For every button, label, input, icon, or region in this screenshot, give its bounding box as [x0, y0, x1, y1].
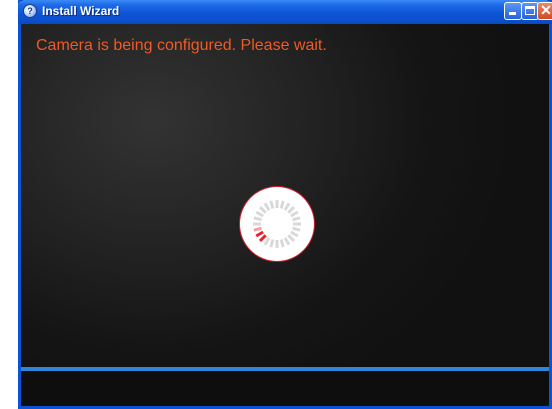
spinner-segment: [253, 216, 262, 222]
loading-spinner: [240, 187, 314, 261]
wizard-icon: ?: [23, 4, 37, 18]
maximize-icon: [525, 6, 535, 15]
spinner-segment: [283, 202, 291, 211]
spinner-segment: [290, 210, 299, 218]
install-wizard-window: ? Install Wizard ✕ Camera is being confi…: [18, 0, 552, 409]
spinner-segment: [258, 234, 267, 243]
close-button[interactable]: ✕: [537, 2, 552, 20]
spinner-segment: [263, 202, 271, 211]
spinner-segment: [253, 226, 262, 232]
title-bar[interactable]: ? Install Wizard ✕: [18, 0, 552, 24]
loading-spinner-icon: [253, 200, 301, 248]
spinner-segment: [269, 239, 275, 248]
spinner-segment: [283, 237, 291, 246]
spinner-segment: [279, 200, 285, 209]
spinner-segment: [287, 234, 296, 243]
minimize-button[interactable]: [504, 2, 522, 20]
spinner-segment: [269, 200, 275, 209]
spinner-segment: [292, 226, 301, 232]
status-message: Camera is being configured. Please wait.: [36, 37, 327, 54]
spinner-segment: [258, 205, 267, 214]
spinner-segment: [279, 239, 285, 248]
footer-bar: [21, 371, 549, 406]
main-content: Camera is being configured. Please wait.: [21, 24, 549, 367]
spinner-segment: [290, 230, 299, 238]
spinner-segment: [292, 216, 301, 222]
minimize-icon: [509, 12, 516, 15]
spinner-segment: [255, 230, 264, 238]
close-icon: ✕: [540, 2, 552, 18]
spinner-segment: [255, 210, 264, 218]
spinner-segment: [287, 205, 296, 214]
window-title: Install Wizard: [42, 4, 120, 18]
spinner-segment: [263, 237, 271, 246]
